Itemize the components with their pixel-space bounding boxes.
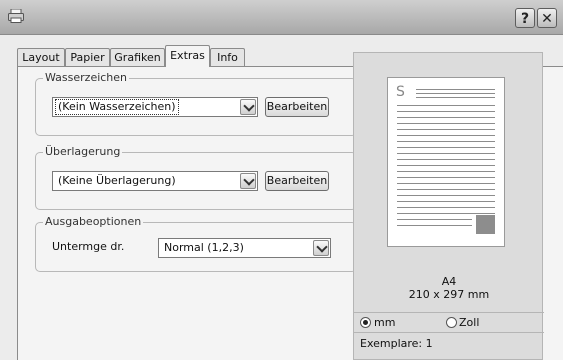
paper-size-dimensions: 210 x 297 mm — [408, 288, 490, 301]
close-button[interactable]: ✕ — [537, 8, 557, 28]
watermark-group: Wasserzeichen (Kein Wasserzeichen) Bearb… — [35, 71, 357, 136]
paper-size-name: A4 — [441, 275, 457, 288]
title-bar: ? ✕ — [0, 0, 563, 35]
paper-overlay-block — [476, 215, 495, 234]
help-button[interactable]: ? — [515, 8, 535, 28]
watermark-select-value: (Kein Wasserzeichen) — [55, 99, 179, 115]
printer-icon — [8, 9, 24, 23]
unit-zoll-label[interactable]: Zoll — [459, 316, 479, 329]
paper-watermark-letter: S — [396, 84, 405, 100]
paper-preview: S — [387, 77, 505, 247]
copies-label: Exemplare: 1 — [360, 337, 433, 350]
tab-layout[interactable]: Layout — [17, 48, 65, 66]
watermark-edit-button[interactable]: Bearbeiten — [265, 97, 329, 117]
output-order-select-value: Normal (1,2,3) — [164, 241, 244, 254]
overlay-select-value: (Keine Überlagerung) — [58, 174, 176, 187]
chevron-down-icon[interactable] — [313, 240, 329, 256]
chevron-down-icon[interactable] — [240, 173, 256, 189]
preview-panel: S A4 210 x 297 mm mm Zoll Exemplare: 1 — [353, 52, 544, 360]
output-options-group-title: Ausgabeoptionen — [43, 215, 144, 228]
tab-grafiken[interactable]: Grafiken — [110, 48, 165, 66]
overlay-select[interactable]: (Keine Überlagerung) — [52, 171, 258, 191]
tab-extras[interactable]: Extras — [165, 45, 210, 67]
unit-zoll-radio[interactable] — [446, 317, 457, 328]
output-order-select[interactable]: Normal (1,2,3) — [158, 238, 331, 258]
output-order-label: Untermge dr. — [52, 240, 125, 253]
tab-papier[interactable]: Papier — [65, 48, 110, 66]
output-options-group: Ausgabeoptionen Untermge dr. Normal (1,2… — [35, 215, 357, 272]
tab-info[interactable]: Info — [210, 48, 245, 66]
overlay-group-title: Überlagerung — [43, 145, 123, 158]
watermark-group-title: Wasserzeichen — [43, 71, 130, 84]
overlay-group: Überlagerung (Keine Überlagerung) Bearbe… — [35, 145, 357, 210]
unit-mm-radio[interactable] — [360, 317, 371, 328]
unit-mm-label[interactable]: mm — [374, 316, 395, 329]
chevron-down-icon[interactable] — [240, 99, 256, 115]
copies-row: Exemplare: 1 — [354, 332, 544, 352]
units-row: mm Zoll — [354, 312, 544, 332]
overlay-edit-button[interactable]: Bearbeiten — [265, 171, 329, 191]
watermark-select[interactable]: (Kein Wasserzeichen) — [52, 97, 258, 117]
